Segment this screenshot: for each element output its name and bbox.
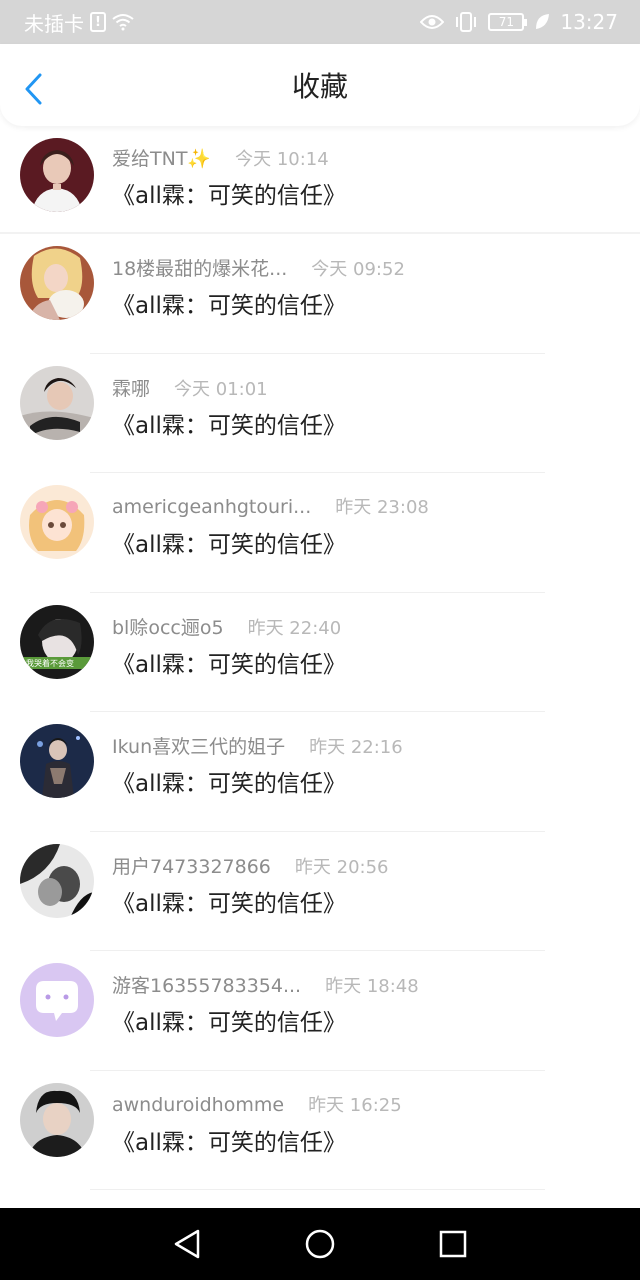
- item-content: 《all霖：可笑的信任》: [112, 412, 346, 439]
- timestamp: 今天 10:14: [235, 149, 329, 170]
- list-item[interactable]: Ikun喜欢三代的姐子 昨天 22:16 《all霖：可笑的信任》: [0, 712, 640, 832]
- square-recents-icon[interactable]: [433, 1224, 473, 1264]
- list-item[interactable]: 霖哪 今天 01:01 《all霖：可笑的信任》: [0, 354, 640, 473]
- user-name: awnduroidhomme: [112, 1093, 285, 1116]
- user-name: Ikun喜欢三代的姐子: [112, 736, 286, 758]
- timestamp: 昨天 16:25: [308, 1094, 402, 1116]
- triangle-back-icon[interactable]: [167, 1224, 207, 1264]
- timestamp: 昨天 22:16: [309, 737, 403, 758]
- favorites-list: 爱给TNT✨ 今天 10:14 《all霖：可笑的信任》 18楼最甜的爆米花..…: [0, 126, 640, 1190]
- clock: 13:27: [560, 10, 618, 34]
- user-name: 霖哪: [112, 377, 151, 400]
- timestamp: 昨天 20:56: [294, 856, 389, 878]
- timestamp: 昨天 23:08: [335, 497, 429, 518]
- item-content: 《all霖：可笑的信任》: [112, 1010, 346, 1036]
- avatar-caption: 我哭着不会变: [26, 658, 74, 668]
- wifi-icon: [112, 14, 134, 31]
- user-name: 爱给TNT✨: [112, 148, 212, 170]
- chevron-left-icon[interactable]: [20, 72, 48, 106]
- page-title: 收藏: [291, 70, 348, 103]
- user-name: bl赊occ逦o5: [112, 616, 224, 639]
- carrier-text: 未插卡: [24, 11, 84, 36]
- vibrate-icon: [456, 12, 477, 32]
- item-meta: 爱给TNT✨ 今天 10:14: [112, 144, 329, 171]
- divider: [90, 1189, 545, 1190]
- avatar[interactable]: [20, 724, 94, 798]
- system-nav-bar: [0, 1208, 640, 1280]
- eye-icon: [420, 15, 445, 29]
- sim-alert-icon: !: [90, 12, 106, 32]
- user-name: 18楼最甜的爆米花...: [112, 258, 288, 280]
- list-item[interactable]: 我哭着不会变 bl赊occ逦o5 昨天 22:40 《all霖：可笑的信任》: [0, 593, 640, 712]
- item-content: 《all霖：可笑的信任》: [112, 771, 346, 797]
- timestamp: 昨天 22:40: [247, 617, 342, 639]
- timestamp: 今天 09:52: [311, 259, 405, 280]
- header-bar: 收藏: [0, 44, 640, 126]
- circle-home-icon[interactable]: [300, 1224, 340, 1264]
- item-meta: 霖哪 今天 01:01: [112, 374, 268, 401]
- item-meta: 游客16355783354... 昨天 18:48: [112, 971, 419, 998]
- avatar[interactable]: [20, 843, 94, 918]
- avatar[interactable]: [20, 365, 94, 440]
- item-meta: awnduroidhomme 昨天 16:25: [112, 1091, 402, 1117]
- list-item[interactable]: 18楼最甜的爆米花... 今天 09:52 《all霖：可笑的信任》: [0, 234, 640, 354]
- avatar[interactable]: [20, 246, 94, 320]
- list-item[interactable]: awnduroidhomme 昨天 16:25 《all霖：可笑的信任》: [0, 1071, 640, 1190]
- status-right: 71 13:27: [420, 10, 618, 34]
- user-name: 用户7473327866: [112, 855, 271, 878]
- item-meta: 18楼最甜的爆米花... 今天 09:52: [112, 254, 405, 281]
- avatar[interactable]: [20, 1082, 94, 1157]
- item-content: 《all霖：可笑的信任》: [112, 293, 346, 319]
- timestamp: 今天 01:01: [174, 378, 268, 400]
- avatar[interactable]: 我哭着不会变: [20, 604, 94, 679]
- list-item[interactable]: 用户7473327866 昨天 20:56 《all霖：可笑的信任》: [0, 832, 640, 951]
- item-content: 《all霖：可笑的信任》: [112, 532, 346, 558]
- item-content: 《all霖：可笑的信任》: [112, 1129, 346, 1156]
- item-content: 《all霖：可笑的信任》: [112, 890, 346, 917]
- item-meta: 用户7473327866 昨天 20:56: [112, 852, 389, 879]
- list-item[interactable]: americgeanhgtouri... 昨天 23:08 《all霖：可笑的信…: [0, 473, 640, 593]
- list-item[interactable]: 爱给TNT✨ 今天 10:14 《all霖：可笑的信任》: [0, 126, 640, 234]
- avatar[interactable]: [20, 485, 94, 559]
- list-item[interactable]: 游客16355783354... 昨天 18:48 《all霖：可笑的信任》: [0, 951, 640, 1071]
- avatar[interactable]: [20, 963, 94, 1037]
- item-meta: americgeanhgtouri... 昨天 23:08: [112, 493, 429, 519]
- user-name: 游客16355783354...: [112, 975, 302, 997]
- battery-icon: 71: [488, 13, 528, 31]
- item-content: 《all霖：可笑的信任》: [112, 183, 346, 209]
- item-meta: Ikun喜欢三代的姐子 昨天 22:16: [112, 732, 403, 759]
- avatar[interactable]: [20, 138, 94, 212]
- status-bar: 未插卡 ! 71 13:27: [0, 0, 640, 44]
- item-meta: bl赊occ逦o5 昨天 22:40: [112, 613, 341, 640]
- leaf-icon: [536, 14, 550, 29]
- status-left: 未插卡 !: [24, 8, 134, 37]
- timestamp: 昨天 18:48: [325, 976, 419, 997]
- user-name: americgeanhgtouri...: [112, 496, 312, 518]
- item-content: 《all霖：可笑的信任》: [112, 651, 346, 678]
- battery-level: 71: [498, 15, 514, 29]
